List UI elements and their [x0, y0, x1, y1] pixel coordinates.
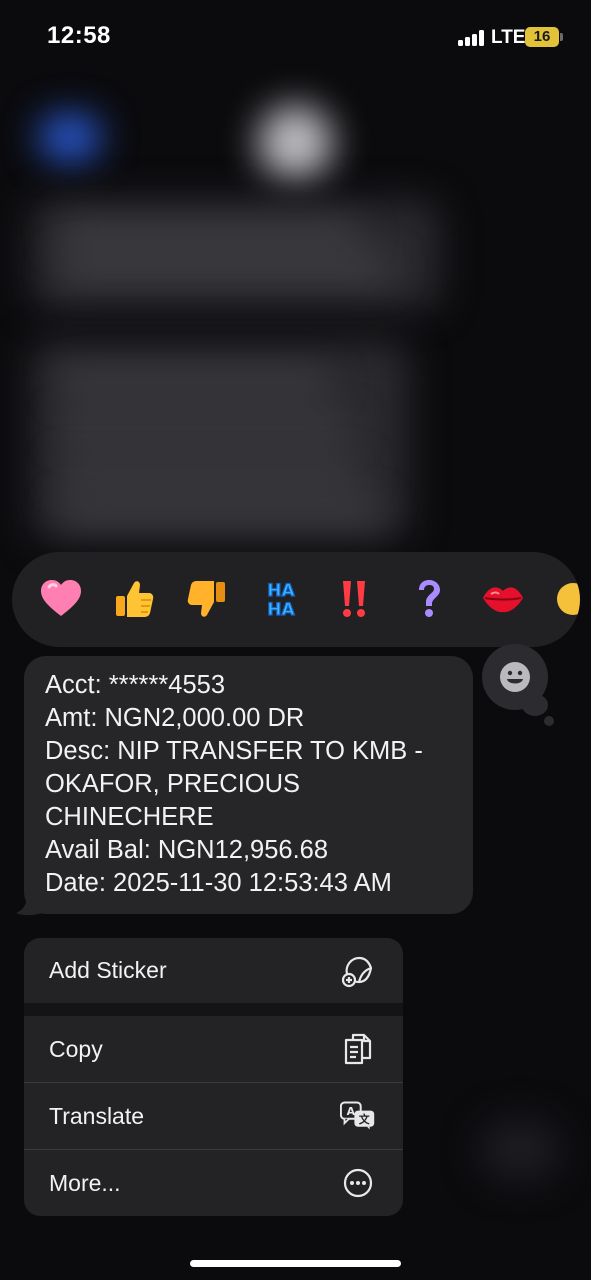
question-reaction-icon[interactable] — [406, 576, 452, 622]
svg-text:HA: HA — [267, 581, 295, 601]
exclamation-reaction-icon[interactable] — [332, 576, 378, 622]
svg-text:HA: HA — [267, 600, 295, 620]
more-label: More... — [49, 1169, 121, 1196]
sticker-tail-dot — [544, 716, 554, 726]
kiss-reaction-icon[interactable] — [480, 576, 526, 622]
message-bubble[interactable]: Acct: ******4553 Amt: NGN2,000.00 DR Des… — [24, 656, 473, 914]
thumbs-down-reaction-icon[interactable] — [184, 576, 230, 622]
copy-label: Copy — [49, 1035, 103, 1062]
tapback-bar: HA HA — [12, 552, 580, 647]
menu-section-divider — [24, 1003, 403, 1016]
status-time: 12:58 — [47, 22, 111, 49]
heart-reaction-icon[interactable] — [38, 576, 84, 622]
copy-menu-item[interactable]: Copy — [24, 1016, 403, 1082]
translate-label: Translate — [49, 1102, 145, 1129]
thumbs-up-reaction-icon[interactable] — [111, 576, 157, 622]
sticker-button[interactable] — [482, 644, 548, 710]
more-reactions-icon[interactable] — [550, 576, 580, 622]
haha-reaction-icon[interactable]: HA HA — [258, 576, 304, 622]
message-text: Acct: ******4553 Amt: NGN2,000.00 DR Des… — [45, 671, 423, 897]
smiley-sticker-icon — [500, 662, 530, 692]
translate-menu-item[interactable]: Translate A 文 — [24, 1083, 403, 1149]
svg-text:A: A — [347, 1105, 356, 1118]
svg-text:文: 文 — [358, 1113, 370, 1126]
status-bar: 12:58 LTE 16 — [0, 0, 591, 76]
add-sticker-menu-item[interactable]: Add Sticker — [24, 938, 403, 1003]
more-menu-item[interactable]: More... — [24, 1150, 403, 1216]
add-sticker-label: Add Sticker — [49, 957, 167, 983]
home-indicator[interactable] — [190, 1260, 401, 1267]
translate-icon: A 文 — [340, 1098, 376, 1134]
context-menu: Add Sticker Copy Translate A 文 More... — [24, 938, 403, 1216]
battery-cap — [560, 33, 563, 41]
copy-icon — [340, 1031, 376, 1067]
ellipsis-circle-icon — [340, 1165, 376, 1201]
cellular-signal-icon — [458, 30, 486, 46]
battery-icon: 16 — [525, 27, 559, 47]
network-type: LTE — [491, 27, 526, 48]
sticker-plus-icon — [340, 953, 376, 989]
